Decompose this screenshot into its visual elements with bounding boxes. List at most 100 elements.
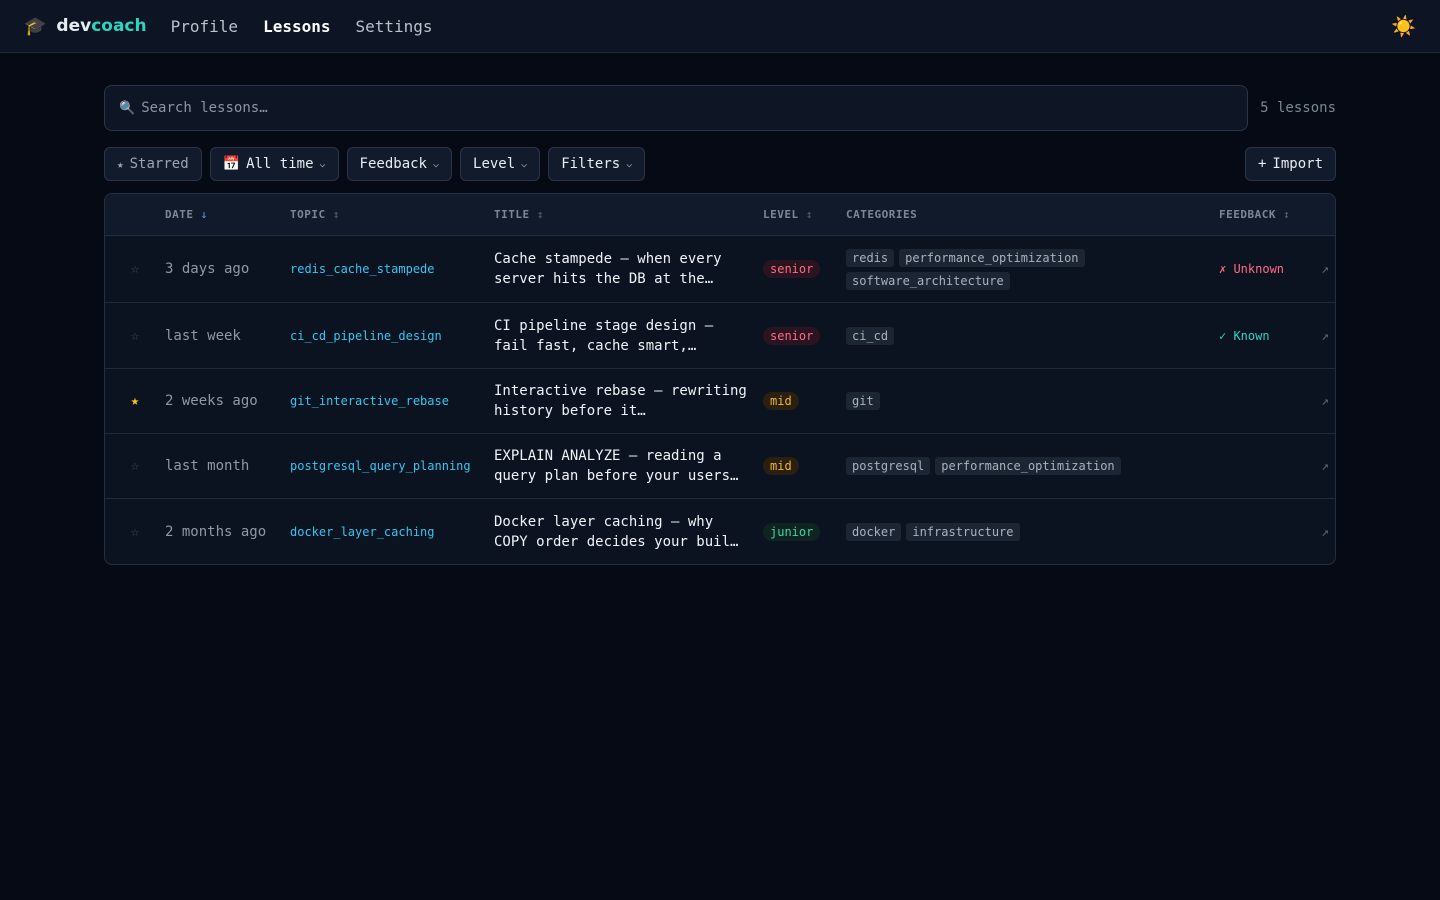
calendar-icon: 📅 [222,156,241,172]
brand[interactable]: 🎓 devcoach [24,16,147,37]
header-topic-label: TOPIC [290,208,326,221]
star-toggle-icon[interactable]: ☆ [131,328,139,344]
row-date: 3 days ago [165,261,250,277]
feedback-status: ✓ Known [1219,328,1270,343]
chevron-down-icon: ⌵ [319,158,326,170]
import-label: Import [1272,156,1323,172]
nav-item-lessons[interactable]: Lessons [263,17,330,36]
row-topic[interactable]: docker_layer_caching [290,525,435,539]
row-date: 2 months ago [165,523,267,540]
row-title[interactable]: Docker layer caching — why COPY order de… [494,512,751,552]
row-title[interactable]: CI pipeline stage design — fail fast, ca… [494,316,751,356]
table-header: DATE ↓ TOPIC ↕ TITLE ↕ LEVEL ↕ CATEGORIE… [105,194,1335,236]
feedback-filter-label: Feedback [359,156,427,172]
search-box[interactable]: 🔍 [104,85,1249,131]
star-toggle-icon[interactable]: ★ [131,393,139,409]
sort-icon: ↕ [332,208,340,221]
header-date-label: DATE [165,208,194,221]
table-row[interactable]: ★ 2 weeks ago git_interactive_rebase Int… [105,369,1335,434]
lessons-table: DATE ↓ TOPIC ↕ TITLE ↕ LEVEL ↕ CATEGORIE… [104,193,1336,565]
level-badge: mid [763,457,799,475]
table-row[interactable]: ☆ 3 days ago redis_cache_stampede Cache … [105,236,1335,303]
open-external-icon[interactable]: ↗ [1321,525,1329,540]
brand-name-dev: dev [56,16,92,36]
row-title[interactable]: EXPLAIN ANALYZE — reading a query plan b… [494,446,751,486]
level-badge: senior [763,326,821,345]
star-toggle-icon[interactable]: ☆ [131,524,139,540]
starred-filter-button[interactable]: ★ Starred [104,147,202,181]
header-topic[interactable]: TOPIC ↕ [290,208,494,221]
open-external-icon[interactable]: ↗ [1321,394,1329,409]
search-row: 🔍 5 lessons [104,85,1336,131]
search-input[interactable] [141,100,1234,116]
header-categories-label: CATEGORIES [846,208,918,221]
search-icon: 🔍 [119,100,136,116]
star-toggle-icon[interactable]: ☆ [131,458,139,474]
header-level[interactable]: LEVEL ↕ [763,208,846,221]
category-tag[interactable]: docker [846,522,902,541]
starred-filter-label: Starred [129,156,189,172]
sort-icon: ↕ [805,208,813,221]
level-badge: senior [763,260,821,278]
row-topic[interactable]: postgresql_query_planning [290,459,471,473]
time-filter-dropdown[interactable]: 📅 All time ⌵ [209,147,339,181]
category-tag[interactable]: postgresql [846,457,931,475]
row-date: last month [165,458,250,474]
nav-item-profile[interactable]: Profile [171,17,238,36]
row-title[interactable]: Cache stampede — when every server hits … [494,249,751,289]
category-list: docker infrastructure [846,522,1219,541]
graduation-cap-icon: 🎓 [24,15,47,37]
chevron-down-icon: ⌵ [521,158,528,170]
row-date: 2 weeks ago [165,393,258,409]
filter-row: ★ Starred 📅 All time ⌵ Feedback ⌵ Level … [104,147,1336,181]
feedback-filter-dropdown[interactable]: Feedback ⌵ [346,147,453,181]
row-title[interactable]: Interactive rebase — rewriting history b… [494,381,751,421]
open-external-icon[interactable]: ↗ [1321,329,1329,344]
row-topic[interactable]: git_interactive_rebase [290,394,449,408]
header-feedback[interactable]: FEEDBACK ↕ [1219,208,1315,221]
category-tag[interactable]: software_architecture [846,271,1010,290]
sort-desc-icon: ↓ [200,208,208,221]
sort-icon: ↕ [536,208,544,221]
star-toggle-icon[interactable]: ☆ [131,261,139,277]
plus-icon: + [1257,156,1267,172]
table-row[interactable]: ☆ last month postgresql_query_planning E… [105,434,1335,499]
header-level-label: LEVEL [763,208,799,221]
lesson-count: 5 lessons [1260,100,1336,116]
brand-name: devcoach [56,16,146,36]
table-row[interactable]: ☆ last week ci_cd_pipeline_design CI pip… [105,303,1335,369]
nav-item-settings[interactable]: Settings [356,17,433,36]
category-tag[interactable]: performance_optimization [935,457,1121,475]
chevron-down-icon: ⌵ [626,158,633,170]
header-categories: CATEGORIES [846,208,1219,221]
top-bar: 🎓 devcoach Profile Lessons Settings ☀️ [0,0,1440,53]
category-list: redis performance_optimization software_… [846,248,1219,290]
row-date: last week [165,327,241,344]
header-date[interactable]: DATE ↓ [165,208,290,221]
more-filters-dropdown[interactable]: Filters ⌵ [548,147,646,181]
row-topic[interactable]: ci_cd_pipeline_design [290,329,442,343]
sort-icon: ↕ [1283,208,1291,221]
category-list: postgresql performance_optimization [846,457,1219,475]
table-row[interactable]: ☆ 2 months ago docker_layer_caching Dock… [105,499,1335,564]
header-title-label: TITLE [494,208,530,221]
header-title[interactable]: TITLE ↕ [494,208,763,221]
chevron-down-icon: ⌵ [432,158,440,170]
level-badge: junior [763,522,821,541]
row-topic[interactable]: redis_cache_stampede [290,262,435,276]
category-tag[interactable]: infrastructure [906,522,1020,541]
category-tag[interactable]: redis [846,248,895,267]
level-filter-dropdown[interactable]: Level ⌵ [460,147,541,181]
import-button[interactable]: + Import [1244,147,1336,181]
level-badge: mid [763,392,799,410]
open-external-icon[interactable]: ↗ [1321,459,1329,474]
feedback-status: ✗ Unknown [1219,262,1285,276]
star-icon: ★ [117,157,124,171]
sun-icon[interactable]: ☀️ [1391,14,1416,38]
time-filter-label: All time [246,156,314,172]
category-tag[interactable]: ci_cd [846,326,895,345]
open-external-icon[interactable]: ↗ [1321,262,1329,277]
category-tag[interactable]: performance_optimization [899,248,1085,267]
header-feedback-label: FEEDBACK [1219,208,1276,221]
category-tag[interactable]: git [846,392,880,410]
